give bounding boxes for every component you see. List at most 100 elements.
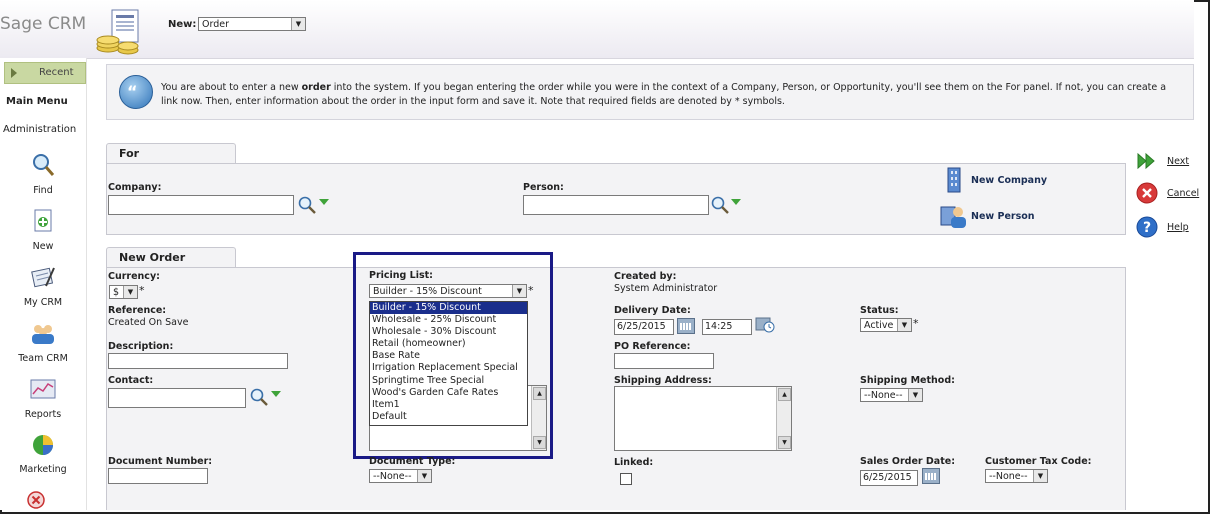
new-entity-value: Order: [202, 19, 229, 30]
my-crm-icon: [31, 267, 55, 288]
sidebar-item-label: Marketing: [19, 464, 67, 475]
chevron-down-icon: ▼: [417, 470, 431, 482]
reference-label: Reference:: [108, 305, 167, 316]
highlight-box: [353, 252, 553, 459]
description-input[interactable]: [108, 353, 288, 369]
pie-chart-icon: [33, 435, 53, 455]
shipping-method-label: Shipping Method:: [860, 375, 955, 386]
play-arrow-icon: [11, 68, 17, 78]
required-marker: *: [913, 317, 919, 330]
scroll-down-icon[interactable]: ▼: [778, 436, 791, 449]
sidebar-item-my-crm[interactable]: My CRM: [0, 264, 86, 308]
person-label: Person:: [523, 182, 564, 193]
po-reference-input[interactable]: [614, 353, 714, 369]
sidebar-item-find[interactable]: Find: [0, 152, 86, 196]
team-icon: [32, 325, 54, 344]
customer-tax-code-label: Customer Tax Code:: [985, 456, 1092, 467]
close-circle-icon[interactable]: [25, 489, 47, 509]
document-type-value: --None--: [373, 471, 412, 482]
main-menu-link[interactable]: Main Menu: [6, 96, 68, 107]
calendar-icon[interactable]: [922, 468, 940, 484]
cancel-label: Cancel: [1167, 188, 1200, 199]
company-input[interactable]: [108, 195, 294, 215]
chevron-down-icon: ▼: [1033, 470, 1047, 482]
chevron-down-icon: ▼: [908, 389, 922, 401]
tab-new-order: New Order: [106, 247, 236, 267]
calendar-icon[interactable]: [677, 318, 695, 334]
search-icon[interactable]: [297, 195, 317, 215]
building-icon: [947, 167, 961, 193]
recent-label: Recent: [39, 67, 74, 78]
magnifier-icon: [33, 154, 55, 176]
sidebar-item-team-crm[interactable]: Team CRM: [0, 320, 86, 364]
fast-forward-icon: [1137, 152, 1155, 170]
administration-link[interactable]: Administration: [3, 124, 76, 135]
sidebar-item-reports[interactable]: Reports: [0, 376, 86, 420]
order-document-icon: [96, 9, 139, 55]
created-by-value: System Administrator: [614, 283, 718, 294]
delivery-date-input[interactable]: 6/25/2015: [614, 319, 674, 335]
search-icon[interactable]: [710, 195, 730, 215]
person-input[interactable]: [523, 195, 709, 215]
customer-tax-code-value: --None--: [989, 471, 1028, 482]
status-value: Active: [864, 320, 894, 331]
new-person-button[interactable]: New Person: [971, 211, 1035, 222]
document-number-input[interactable]: [108, 468, 208, 484]
currency-select[interactable]: $ ▼: [109, 285, 138, 299]
scroll-up-icon[interactable]: ▲: [778, 388, 791, 401]
delivery-date-label: Delivery Date:: [614, 305, 691, 316]
info-panel: “ You are about to enter a new order int…: [106, 64, 1194, 120]
delivery-time-input[interactable]: 14:25: [702, 319, 752, 335]
shipping-method-value: --None--: [864, 390, 903, 401]
clock-calendar-icon[interactable]: [755, 317, 775, 333]
dropdown-arrow-icon[interactable]: [271, 391, 281, 397]
dropdown-arrow-icon[interactable]: [731, 199, 741, 205]
chevron-down-icon: ▼: [897, 319, 911, 331]
status-label: Status:: [860, 305, 899, 316]
shipping-method-select[interactable]: --None-- ▼: [860, 388, 923, 402]
recent-button[interactable]: Recent: [4, 62, 86, 84]
document-type-select[interactable]: --None-- ▼: [369, 469, 432, 483]
scrollbar[interactable]: ▲ ▼: [776, 387, 791, 450]
sidebar-item-label: My CRM: [23, 297, 63, 308]
header-bar: Sage CRM New: Order ▼: [0, 0, 1194, 59]
contact-input[interactable]: [108, 388, 246, 408]
sidebar-item-label: Reports: [24, 409, 62, 420]
created-by-label: Created by:: [614, 271, 677, 282]
new-entity-select[interactable]: Order ▼: [198, 17, 306, 31]
svg-text:?: ?: [1143, 220, 1151, 236]
next-label: Next: [1167, 156, 1190, 167]
chevron-down-icon: ▼: [291, 18, 305, 30]
reference-value: Created On Save: [108, 317, 189, 328]
linked-checkbox[interactable]: [620, 473, 632, 485]
shipping-address-textarea[interactable]: ▲ ▼: [614, 386, 792, 451]
help-icon: ?: [1136, 216, 1158, 238]
customer-tax-code-select[interactable]: --None-- ▼: [985, 469, 1048, 483]
sidebar-item-label: New: [32, 241, 54, 252]
sidebar-item-marketing[interactable]: Marketing: [0, 431, 86, 475]
sales-order-date-label: Sales Order Date:: [860, 456, 955, 467]
new-company-button[interactable]: New Company: [971, 175, 1047, 186]
sidebar-item-label: Find: [33, 185, 53, 196]
cancel-icon: [1136, 182, 1158, 204]
person-icon: [940, 206, 966, 228]
currency-label: Currency:: [108, 271, 160, 282]
dropdown-arrow-icon[interactable]: [319, 199, 329, 205]
sidebar-item-new[interactable]: New: [0, 208, 86, 252]
search-icon[interactable]: [249, 387, 269, 407]
required-marker: *: [139, 284, 145, 297]
document-number-label: Document Number:: [108, 456, 213, 467]
linked-label: Linked:: [614, 457, 654, 468]
help-label: Help: [1167, 222, 1189, 233]
new-document-icon: [34, 209, 52, 232]
sales-order-date-input[interactable]: 6/25/2015: [860, 470, 918, 486]
company-label: Company:: [108, 182, 162, 193]
status-select[interactable]: Active ▼: [860, 318, 912, 332]
contact-label: Contact:: [108, 375, 154, 386]
sidebar-item-label: Team CRM: [18, 353, 68, 364]
description-label: Description:: [108, 341, 174, 352]
tab-for: For: [106, 143, 236, 163]
new-label: New:: [168, 19, 197, 30]
info-text: You are about to enter a new order into …: [161, 82, 1167, 107]
po-reference-label: PO Reference:: [614, 341, 691, 352]
